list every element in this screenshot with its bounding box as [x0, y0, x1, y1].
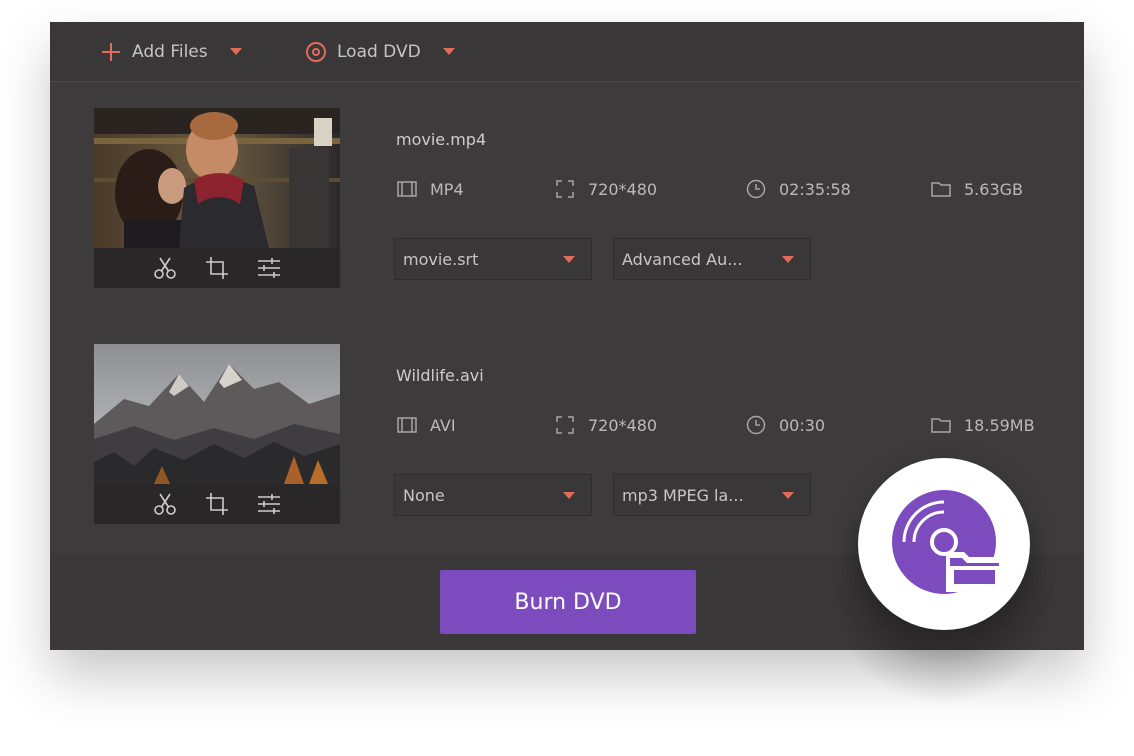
- add-files-dropdown-icon[interactable]: [229, 48, 242, 55]
- subtitle-dropdown[interactable]: movie.srt: [394, 238, 592, 280]
- clock-icon: [746, 415, 766, 435]
- size-info: 5.63GB: [930, 178, 1023, 200]
- size-value: 5.63GB: [964, 179, 1023, 199]
- thumbnail-tools: [94, 484, 340, 524]
- audio-track-value: Advanced Au...: [622, 249, 743, 269]
- audio-track-value: mp3 MPEG la...: [622, 485, 744, 505]
- crop-icon[interactable]: [204, 491, 230, 517]
- video-thumbnail-couple[interactable]: [94, 108, 340, 248]
- disc-icon: [306, 41, 326, 62]
- scissors-icon[interactable]: [152, 491, 178, 517]
- file-name: Wildlife.avi: [396, 366, 484, 385]
- size-value: 18.59MB: [964, 415, 1035, 435]
- sliders-icon[interactable]: [256, 255, 282, 281]
- dvd-folder-icon: [892, 490, 1004, 594]
- subtitle-value: movie.srt: [403, 249, 479, 269]
- format-value: AVI: [430, 415, 456, 435]
- video-thumbnail-panel: [94, 108, 340, 288]
- film-icon: [397, 417, 417, 433]
- chevron-down-icon: [782, 256, 794, 263]
- add-files-button[interactable]: Add Files: [100, 22, 242, 81]
- resolution-value: 720*480: [588, 179, 658, 199]
- plus-icon: [102, 42, 120, 61]
- dvd-badge: [858, 458, 1030, 630]
- duration-info: 00:30: [745, 414, 825, 436]
- film-icon: [397, 181, 417, 197]
- add-files-label: Add Files: [132, 41, 208, 62]
- subtitle-value: None: [403, 485, 445, 505]
- load-dvd-label: Load DVD: [337, 41, 421, 62]
- video-thumbnail-panel: [94, 344, 340, 524]
- chevron-down-icon: [563, 492, 575, 499]
- audio-track-dropdown[interactable]: Advanced Au...: [613, 238, 811, 280]
- format-info: AVI: [396, 414, 456, 436]
- size-info: 18.59MB: [930, 414, 1035, 436]
- folder-icon: [931, 418, 951, 433]
- fullscreen-icon: [556, 180, 574, 198]
- video-thumbnail-mountains[interactable]: [94, 344, 340, 484]
- duration-value: 02:35:58: [779, 179, 851, 199]
- subtitle-dropdown[interactable]: None: [394, 474, 592, 516]
- crop-icon[interactable]: [204, 255, 230, 281]
- load-dvd-button[interactable]: Load DVD: [305, 22, 455, 81]
- burn-dvd-button[interactable]: Burn DVD: [440, 570, 696, 634]
- thumbnail-tools: [94, 248, 340, 288]
- audio-track-dropdown[interactable]: mp3 MPEG la...: [613, 474, 811, 516]
- resolution-info: 720*480: [554, 414, 657, 436]
- chevron-down-icon: [782, 492, 794, 499]
- resolution-value: 720*480: [588, 415, 658, 435]
- load-dvd-dropdown-icon[interactable]: [442, 48, 455, 55]
- format-value: MP4: [430, 179, 464, 199]
- toolbar: Add Files Load DVD: [50, 22, 1084, 82]
- format-info: MP4: [396, 178, 464, 200]
- duration-value: 00:30: [779, 415, 826, 435]
- file-row-1[interactable]: movie.mp4 MP4 720*480 02:35:58 5.63GB mo…: [50, 82, 1084, 319]
- chevron-down-icon: [563, 256, 575, 263]
- resolution-info: 720*480: [554, 178, 657, 200]
- fullscreen-icon: [556, 416, 574, 434]
- sliders-icon[interactable]: [256, 491, 282, 517]
- duration-info: 02:35:58: [745, 178, 851, 200]
- scissors-icon[interactable]: [152, 255, 178, 281]
- file-name: movie.mp4: [396, 130, 487, 149]
- clock-icon: [746, 179, 766, 199]
- folder-icon: [931, 182, 951, 197]
